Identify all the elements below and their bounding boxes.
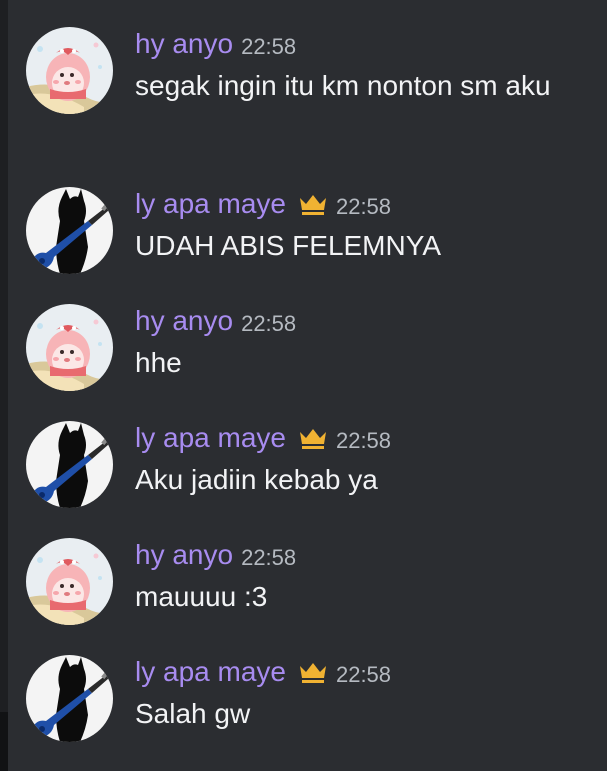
username[interactable]: hy anyo (135, 28, 233, 60)
message-item: ly apa maye 22:58 Salah gw (0, 655, 607, 745)
crown-icon (298, 426, 328, 450)
black-cat-guitar-avatar[interactable] (26, 187, 113, 274)
message-text: mauuuu :3 (135, 581, 268, 612)
username[interactable]: ly apa maye (135, 188, 286, 220)
message-text: hhe (135, 347, 182, 378)
message-item: ly apa maye 22:58 Aku jadiin kebab ya (0, 421, 607, 511)
username[interactable]: ly apa maye (135, 422, 286, 454)
timestamp: 22:58 (241, 311, 297, 336)
timestamp: 22:58 (335, 662, 392, 687)
message-text: Aku jadiin kebab ya (135, 464, 378, 495)
username[interactable]: hy anyo (135, 539, 233, 571)
timestamp: 22:58 (335, 194, 392, 219)
message-text: Salah gw (135, 698, 251, 729)
message-header: ly apa maye 22:58 (135, 655, 391, 689)
strawberry-character-avatar[interactable] (26, 304, 113, 391)
message-text: segak ingin itu km nonton sm aku (135, 70, 551, 101)
timestamp: 22:58 (241, 34, 297, 59)
message-header: ly apa maye 22:58 (135, 187, 391, 221)
message-text: UDAH ABIS FELEMNYA (135, 230, 442, 261)
message-header: ly apa maye 22:58 (135, 421, 391, 455)
message-item: hy anyo 22:58 hhe (0, 304, 607, 394)
strawberry-character-avatar[interactable] (26, 538, 113, 625)
crown-icon (298, 192, 328, 216)
message-header: hy anyo 22:58 (135, 538, 296, 572)
message-item: hy anyo 22:58 segak ingin itu km nonton … (0, 27, 607, 152)
chat-message-list: hy anyo 22:58 segak ingin itu km nonton … (0, 0, 607, 771)
message-item: hy anyo 22:58 mauuuu :3 (0, 538, 607, 628)
username[interactable]: hy anyo (135, 305, 233, 337)
crown-icon (298, 660, 328, 684)
message-header: hy anyo 22:58 (135, 304, 296, 338)
black-cat-guitar-avatar[interactable] (26, 655, 113, 742)
black-cat-guitar-avatar[interactable] (26, 421, 113, 508)
message-item: ly apa maye 22:58 UDAH ABIS FELEMNYA (0, 187, 607, 277)
timestamp: 22:58 (241, 545, 297, 570)
message-header: hy anyo 22:58 (135, 27, 296, 61)
timestamp: 22:58 (335, 428, 392, 453)
username[interactable]: ly apa maye (135, 656, 286, 688)
strawberry-character-avatar[interactable] (26, 27, 113, 114)
